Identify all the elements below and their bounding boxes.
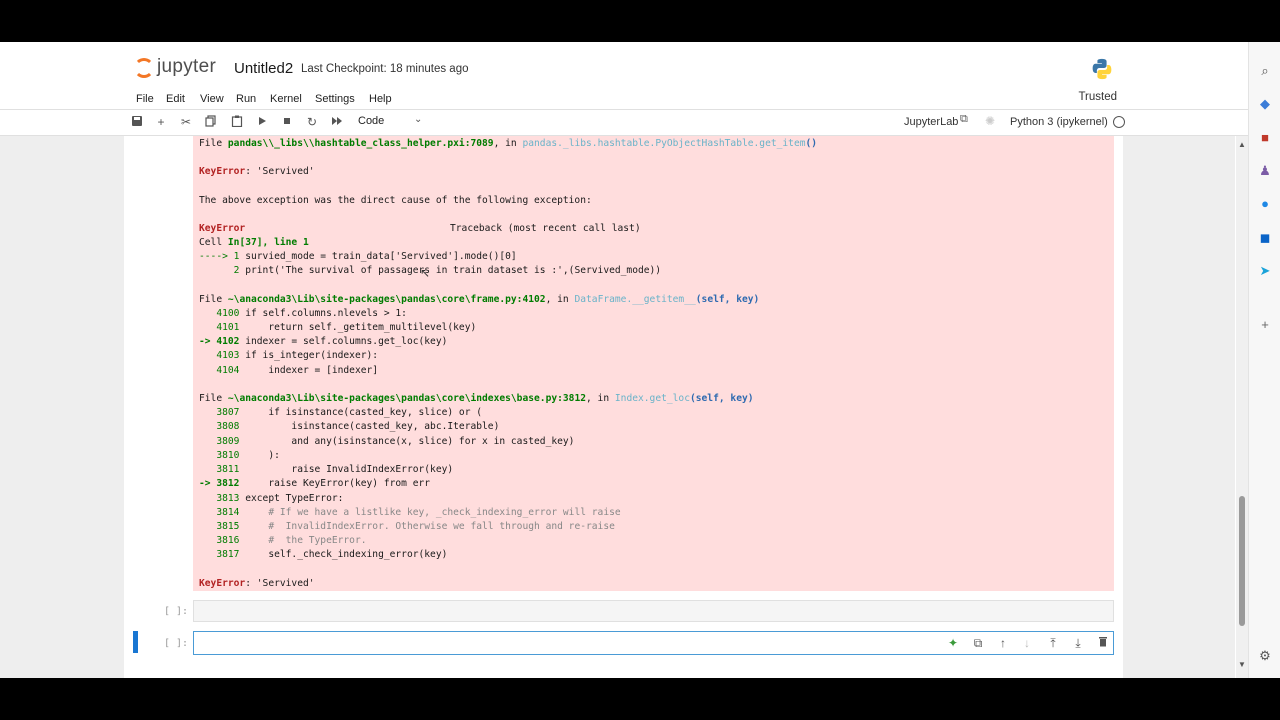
traceback-line: The above exception was the direct cause… (199, 195, 592, 206)
search-icon[interactable]: ⌕ (1257, 63, 1273, 79)
jupyter-logo[interactable]: jupyter (133, 54, 216, 80)
browser-viewport: jupyter Untitled2 Last Checkpoint: 18 mi… (0, 42, 1280, 678)
menu-edit[interactable]: Edit (166, 93, 185, 105)
trusted-indicator[interactable]: Trusted (1078, 91, 1117, 103)
traceback-line: KeyError: 'Servived' (199, 578, 315, 589)
active-cell-indicator (133, 631, 138, 653)
copy-icon[interactable] (204, 115, 218, 129)
python-logo-icon (1092, 58, 1112, 80)
duplicate-icon[interactable]: ⧉ (971, 636, 985, 650)
move-down-icon[interactable]: ↓ (1020, 636, 1034, 650)
traceback-line: 3817 self._check_indexing_error(key) (199, 549, 448, 560)
chevron-down-icon[interactable]: ⌄ (414, 114, 422, 125)
external-link-icon[interactable]: ⧉ (960, 113, 968, 126)
kernel-status-icon (1113, 116, 1125, 128)
run-icon[interactable] (255, 115, 269, 129)
insert-below-icon[interactable]: ⤓ (1071, 636, 1085, 650)
traceback-line: 4100 if self.columns.nlevels > 1: (199, 308, 407, 319)
tag-icon[interactable]: ◆ (1257, 96, 1273, 112)
kernel-name[interactable]: Python 3 (ipykernel) (1010, 116, 1108, 128)
cell-type-select[interactable]: Code (358, 115, 384, 127)
jupyter-logo-text: jupyter (157, 56, 217, 77)
menu-help[interactable]: Help (369, 93, 392, 105)
browser-sidebar: ⌕ ◆ ■ ♟ ● ◼ ➤ + ⚙ (1248, 42, 1280, 678)
menu-settings[interactable]: Settings (315, 93, 355, 105)
traceback-line: -> 4102 indexer = self.columns.get_loc(k… (199, 336, 448, 347)
menu-file[interactable]: File (136, 93, 154, 105)
traceback-line: 3810 ): (199, 450, 280, 461)
notebook-area: File pandas\\_libs\\hashtable_class_help… (0, 136, 1235, 678)
stop-icon[interactable] (280, 115, 294, 129)
traceback-line: File ~\anaconda3\Lib\site-packages\panda… (199, 294, 760, 305)
traceback-line: 4101 return self._getitem_multilevel(key… (199, 322, 477, 333)
office-icon[interactable]: ● (1257, 196, 1273, 212)
paste-icon[interactable] (230, 115, 244, 129)
restart-icon[interactable]: ↻ (305, 115, 319, 129)
vertical-scrollbar[interactable]: ▲ ▼ (1236, 136, 1248, 678)
traceback-line: ----> 1 survied_mode = train_data['Servi… (199, 251, 517, 262)
traceback-line: File pandas\\_libs\\hashtable_class_help… (199, 138, 818, 149)
cell-prompt: [ ]: (164, 606, 189, 617)
traceback-line: 3814 # If we have a listlike key, _check… (199, 507, 621, 518)
move-up-icon[interactable]: ↑ (996, 636, 1010, 650)
plus-icon[interactable]: + (1257, 317, 1273, 333)
settings-icon[interactable]: ⚙ (1257, 648, 1273, 664)
traceback-line: KeyError Traceback (most recent call last… (199, 223, 641, 234)
traceback-line: 3816 # the TypeError. (199, 535, 367, 546)
add-cell-icon[interactable]: + (154, 115, 168, 129)
traceback-line: 3809 and any(isinstance(x, slice) for x … (199, 436, 575, 447)
scrollbar-thumb[interactable] (1239, 496, 1245, 626)
chess-icon[interactable]: ♟ (1257, 163, 1273, 179)
cut-icon[interactable]: ✂ (179, 115, 193, 129)
notebook-page: File pandas\\_libs\\hashtable_class_help… (124, 136, 1123, 678)
menu-bar: File Edit View Run Kernel Settings Help … (0, 87, 1248, 110)
notebook-header: jupyter Untitled2 Last Checkpoint: 18 mi… (0, 42, 1248, 87)
active-code-cell-input[interactable]: ✦ ⧉ ↑ ↓ ⤒ ⤓ (193, 631, 1114, 655)
traceback-line: 4104 indexer = [indexer] (199, 365, 379, 376)
mouse-cursor-icon: ↖ (420, 266, 431, 280)
traceback-line: 3815 # InvalidIndexError. Otherwise we f… (199, 521, 615, 532)
send-icon[interactable]: ➤ (1257, 263, 1273, 279)
notebook-title[interactable]: Untitled2 (234, 60, 293, 77)
menu-run[interactable]: Run (236, 93, 256, 105)
traceback-line: 3811 raise InvalidIndexError(key) (199, 464, 454, 475)
jupyterlab-link[interactable]: JupyterLab (904, 116, 958, 128)
delete-icon[interactable] (1096, 636, 1110, 650)
traceback-line: Cell In[37], line 1 (199, 237, 309, 248)
traceback-line: 3813 except TypeError: (199, 493, 344, 504)
last-checkpoint: Last Checkpoint: 18 minutes ago (301, 63, 469, 75)
traceback-line: File ~\anaconda3\Lib\site-packages\panda… (199, 393, 754, 404)
kernel-settings-icon[interactable]: ✺ (985, 114, 995, 128)
traceback-line: KeyError: 'Servived' (199, 166, 315, 177)
traceback-line: 3808 isinstance(casted_key, abc.Iterable… (199, 421, 500, 432)
traceback-line: 3807 if isinstance(casted_key, slice) or… (199, 407, 483, 418)
sparkle-icon[interactable]: ✦ (946, 636, 960, 650)
scroll-up-icon[interactable]: ▲ (1238, 140, 1246, 149)
scroll-down-icon[interactable]: ▼ (1238, 660, 1246, 669)
code-cell-input[interactable] (193, 600, 1114, 622)
jupyter-logo-icon (133, 55, 154, 79)
fast-forward-icon[interactable] (330, 115, 344, 129)
notebook-toolbar: + ✂ ↻ Code ⌄ JupyterLab ⧉ ✺ Python 3 (ip… (0, 110, 1248, 136)
save-icon[interactable] (130, 115, 144, 129)
outlook-icon[interactable]: ◼ (1257, 230, 1273, 246)
traceback-line: 4103 if is_integer(indexer): (199, 350, 379, 361)
menu-kernel[interactable]: Kernel (270, 93, 302, 105)
briefcase-icon[interactable]: ■ (1257, 130, 1273, 146)
menu-view[interactable]: View (200, 93, 224, 105)
insert-above-icon[interactable]: ⤒ (1046, 636, 1060, 650)
traceback-line: -> 3812 raise KeyError(key) from err (199, 478, 431, 489)
error-output: File pandas\\_libs\\hashtable_class_help… (193, 136, 1114, 591)
cell-prompt: [ ]: (164, 638, 189, 649)
